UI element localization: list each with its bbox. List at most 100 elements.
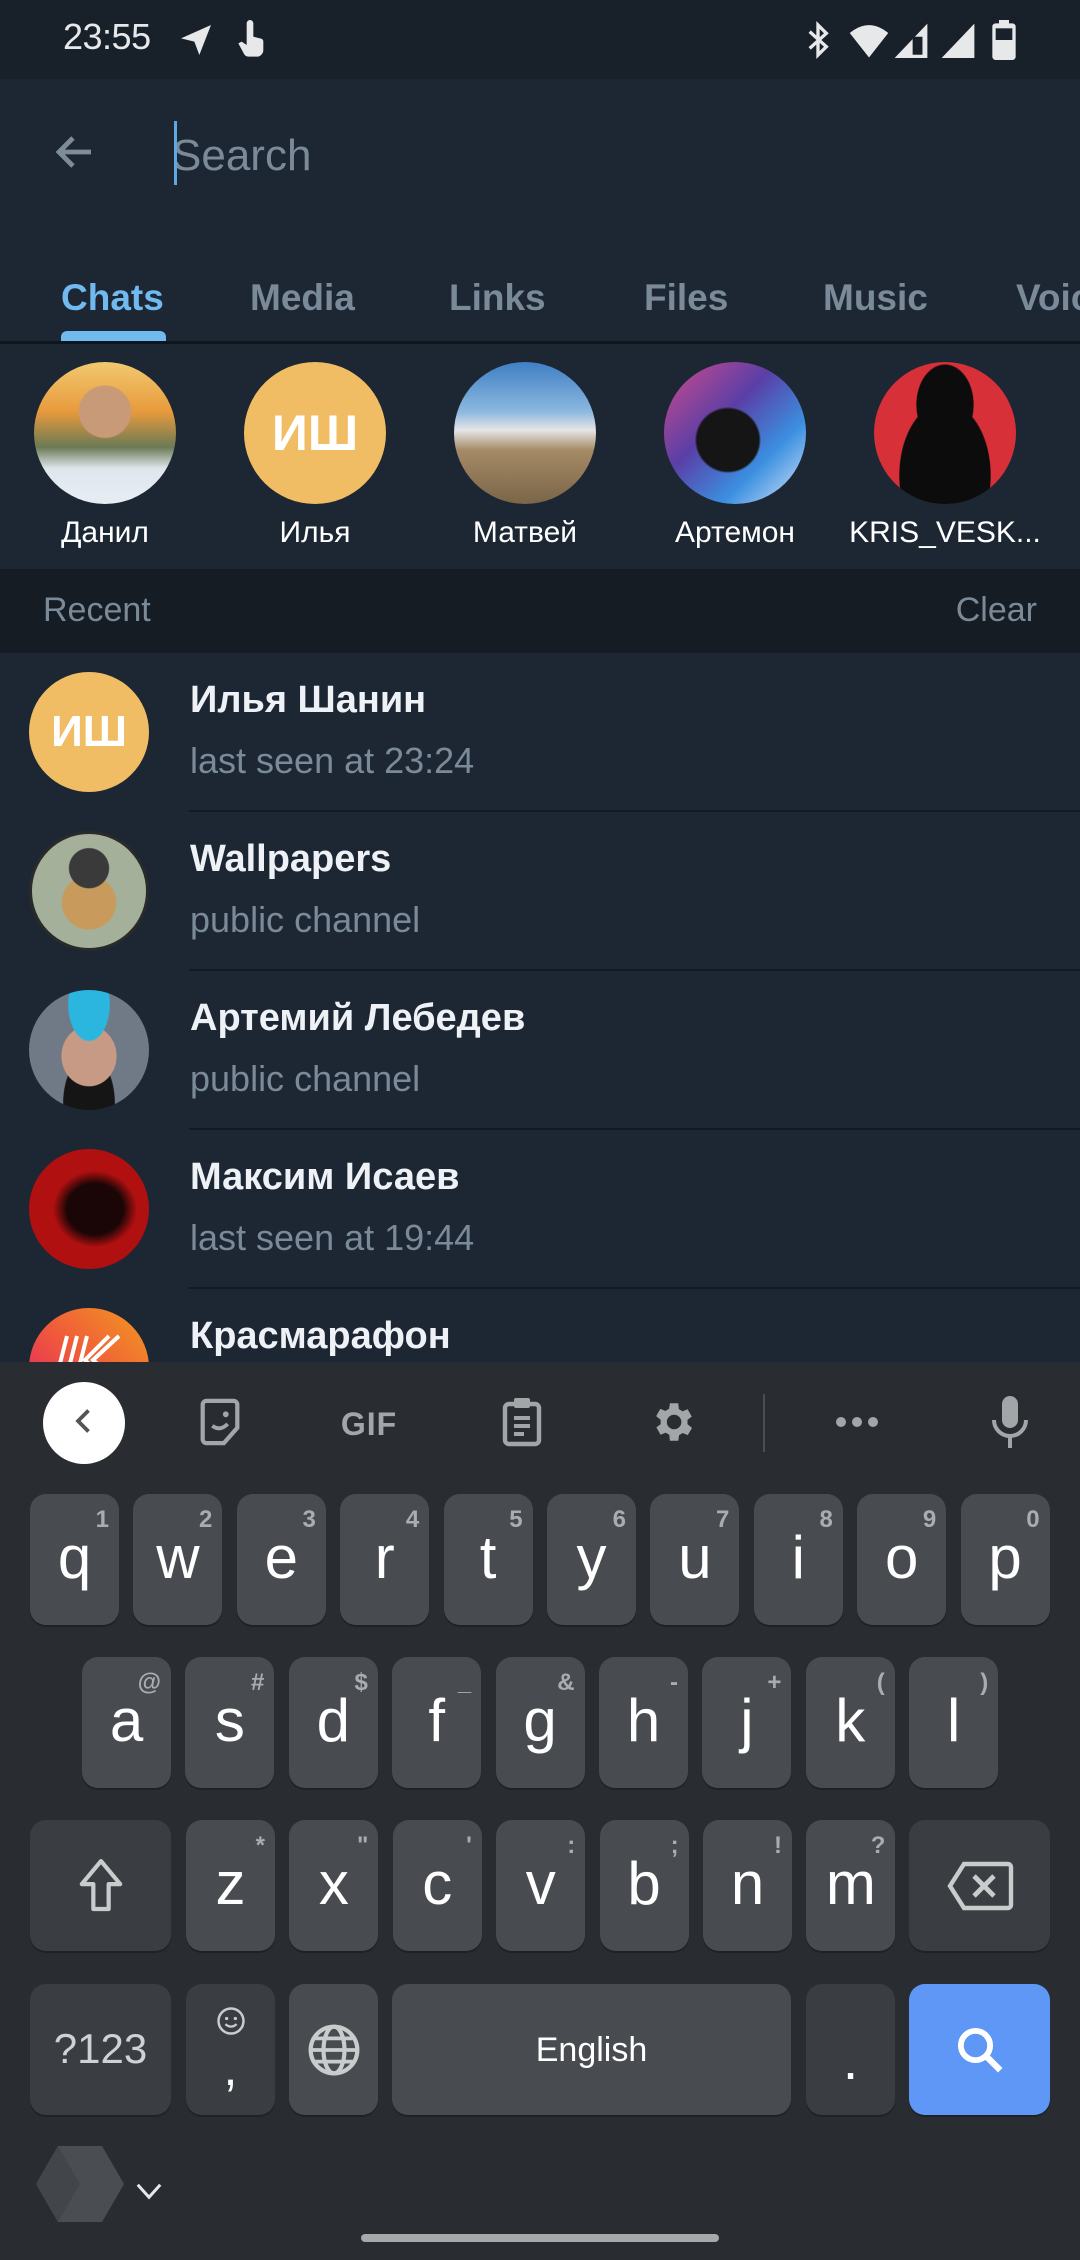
home-indicator[interactable] <box>361 2234 719 2242</box>
chat-subtitle: last seen at 19:44 <box>190 1217 475 1258</box>
chat-subtitle: public channel <box>190 899 421 940</box>
sticker-icon <box>196 1397 244 1452</box>
tab-music[interactable]: Music <box>823 277 928 319</box>
key-n[interactable]: n! <box>703 1820 792 1951</box>
space-key[interactable]: English <box>392 1984 791 2115</box>
list-item[interactable]: Wallpapers public channel <box>0 812 1080 971</box>
person-name: KRIS_VESK... <box>849 516 1041 549</box>
key-v[interactable]: v: <box>496 1820 586 1951</box>
key-y[interactable]: y6 <box>547 1494 636 1625</box>
key-a[interactable]: a @ <box>82 1657 171 1788</box>
key-t[interactable]: t5 <box>443 1494 533 1625</box>
key-hint: ! <box>774 1832 782 1859</box>
key-char: ?123 <box>53 2025 148 2072</box>
key-char: u <box>678 1524 712 1591</box>
key-w[interactable]: w2 <box>133 1494 223 1625</box>
shift-icon <box>30 1820 171 1951</box>
key-hint: ( <box>876 1669 885 1696</box>
sticker-button[interactable] <box>180 1384 260 1464</box>
key-d[interactable]: d $ <box>288 1657 378 1788</box>
key-hint: - <box>670 1669 678 1696</box>
key-g[interactable]: g & <box>495 1657 585 1788</box>
clear-button[interactable]: Clear <box>956 591 1037 630</box>
tab-chats[interactable]: Chats <box>61 277 164 319</box>
chat-title: Илья Шанин <box>190 679 427 721</box>
key-u[interactable]: u7 <box>650 1494 740 1625</box>
list-item[interactable]: Красмарафон <box>0 1289 1080 1362</box>
chat-subtitle: public channel <box>190 1058 421 1099</box>
key-c[interactable]: c ' <box>392 1820 482 1951</box>
person-ilya[interactable]: ИШ Илья <box>215 362 415 550</box>
search-input[interactable] <box>172 117 1032 195</box>
voice-input-button[interactable] <box>970 1384 1050 1464</box>
key-hint: 7 <box>716 1506 730 1533</box>
key-hint: : <box>567 1832 576 1859</box>
backspace-icon <box>909 1820 1050 1951</box>
key-char: z <box>215 1850 246 1917</box>
person-danil[interactable]: Данил <box>5 362 205 550</box>
status-time: 23:55 <box>63 16 151 57</box>
avatar <box>29 1308 149 1362</box>
person-name: Артемон <box>675 516 795 549</box>
key-p[interactable]: p0 <box>960 1494 1050 1625</box>
list-item[interactable]: Максим Исаев last seen at 19:44 <box>0 1130 1080 1289</box>
shift-key[interactable] <box>30 1820 171 1951</box>
collapse-button[interactable] <box>43 1382 125 1464</box>
chevron-down-icon[interactable] <box>134 2180 164 2207</box>
tab-links[interactable]: Links <box>449 277 546 319</box>
gif-button[interactable]: GIF <box>329 1384 409 1464</box>
tab-files[interactable]: Files <box>644 277 728 319</box>
key-x[interactable]: x " <box>289 1820 379 1951</box>
period-key[interactable]: . <box>806 1984 895 2115</box>
symbols-key[interactable]: ?123 <box>30 1984 171 2115</box>
clipboard-icon <box>500 1396 544 1453</box>
key-z[interactable]: z * <box>186 1820 275 1951</box>
avatar <box>34 362 176 504</box>
comma-emoji-key[interactable]: , <box>186 1984 275 2115</box>
search-action-key[interactable] <box>909 1984 1050 2115</box>
key-o[interactable]: o9 <box>857 1494 947 1625</box>
key-m[interactable]: m? <box>806 1820 896 1951</box>
keyboard-theme-icon[interactable] <box>36 2144 126 2229</box>
key-b[interactable]: b; <box>599 1820 689 1951</box>
key-i[interactable]: i8 <box>753 1494 843 1625</box>
arrow-left-icon <box>51 128 99 181</box>
person-kris-vesk[interactable]: KRIS_VESK... <box>845 362 1045 550</box>
tab-voice[interactable]: Voice <box>1016 277 1080 319</box>
person-artemon[interactable]: Артемон <box>635 362 835 550</box>
emoji-icon <box>216 2006 246 2041</box>
key-e[interactable]: e3 <box>236 1494 326 1625</box>
settings-button[interactable] <box>632 1384 712 1464</box>
key-q[interactable]: q1 <box>30 1494 119 1625</box>
tab-media[interactable]: Media <box>250 277 355 319</box>
avatar: ИШ <box>29 672 149 792</box>
more-button[interactable] <box>817 1384 897 1464</box>
key-char: t <box>479 1524 497 1591</box>
key-h[interactable]: h- <box>599 1657 688 1788</box>
key-hint: _ <box>457 1669 472 1696</box>
key-s[interactable]: s # <box>185 1657 275 1788</box>
key-k[interactable]: k( <box>805 1657 895 1788</box>
keyboard-toolbar: GIF <box>0 1362 1080 1478</box>
key-l[interactable]: l) <box>909 1657 999 1788</box>
list-item[interactable]: ИШ Илья Шанин last seen at 23:24 <box>0 653 1080 812</box>
key-char: p <box>988 1524 1022 1591</box>
person-matvey[interactable]: Матвей <box>425 362 625 550</box>
key-r[interactable]: r4 <box>340 1494 430 1625</box>
list-item[interactable]: Артемий Лебедев public channel <box>0 971 1080 1130</box>
language-key[interactable] <box>289 1984 378 2115</box>
backspace-key[interactable] <box>909 1820 1050 1951</box>
back-button[interactable] <box>40 119 110 189</box>
key-hint: 1 <box>95 1506 109 1533</box>
key-hint: ; <box>670 1832 679 1859</box>
key-hint: 6 <box>612 1506 626 1533</box>
key-hint: 5 <box>509 1506 523 1533</box>
key-char: v <box>525 1850 556 1917</box>
globe-icon <box>289 1984 378 2115</box>
chat-title: Красмарафон <box>190 1315 451 1357</box>
clipboard-button[interactable] <box>482 1384 562 1464</box>
key-f[interactable]: f _ <box>392 1657 482 1788</box>
key-hint: " <box>357 1832 369 1859</box>
key-hint: ) <box>980 1669 989 1696</box>
key-j[interactable]: j + <box>702 1657 792 1788</box>
